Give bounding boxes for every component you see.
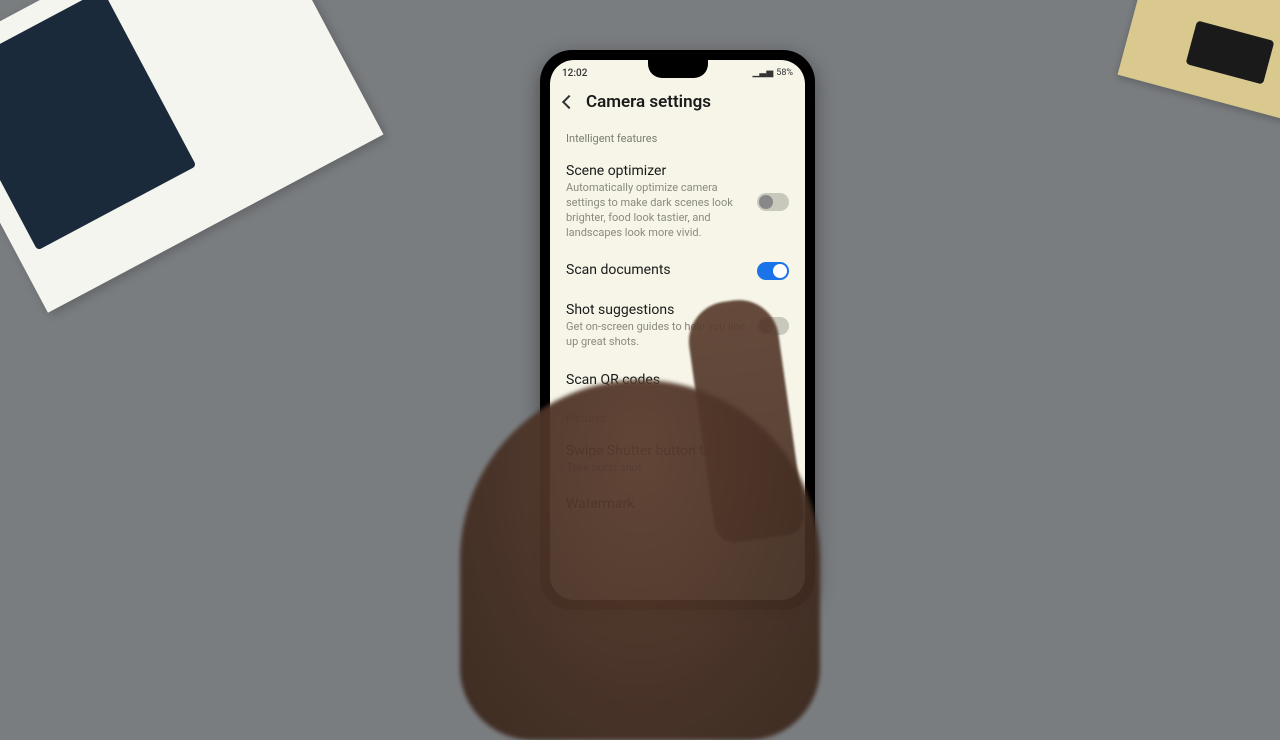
section-intelligent-label: Intelligent features (550, 126, 805, 153)
status-right: ▁▃▅ 58% (753, 68, 793, 78)
scan-documents-title: Scan documents (566, 262, 747, 278)
page-title: Camera settings (586, 92, 711, 112)
status-time: 12:02 (562, 68, 587, 79)
scene-optimizer-toggle[interactable] (757, 193, 789, 211)
back-icon[interactable] (562, 95, 576, 109)
scene-optimizer-title: Scene optimizer (566, 163, 747, 179)
battery-text: 58% (776, 68, 793, 78)
header: Camera settings (550, 82, 805, 126)
phone-notch (648, 60, 708, 78)
product-box: Galaxy A06 (0, 0, 383, 313)
signal-icon: ▁▃▅ (753, 68, 774, 78)
scene-optimizer-desc: Automatically optimize camera settings t… (566, 181, 747, 240)
scan-documents-toggle[interactable] (757, 262, 789, 280)
setting-scene-optimizer[interactable]: Scene optimizer Automatically optimize c… (550, 153, 805, 252)
setting-scan-documents[interactable]: Scan documents (550, 252, 805, 292)
product-box-image (0, 0, 196, 250)
hand (460, 380, 820, 740)
